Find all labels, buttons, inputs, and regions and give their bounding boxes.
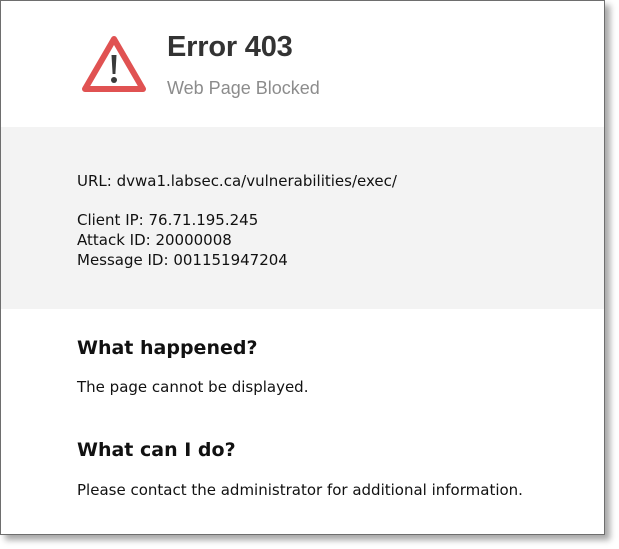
url-line: URL: dvwa1.labsec.ca/vulnerabilities/exe… bbox=[77, 172, 397, 190]
client-ip-label: Client IP: bbox=[77, 211, 144, 229]
what-happened-text: The page cannot be displayed. bbox=[77, 378, 309, 396]
request-info-panel: URL: dvwa1.labsec.ca/vulnerabilities/exe… bbox=[1, 127, 604, 309]
what-happened-heading: What happened? bbox=[77, 337, 258, 359]
message-id-label: Message ID: bbox=[77, 251, 169, 269]
error-header: Error 403 Web Page Blocked bbox=[1, 1, 604, 127]
client-ip-line: Client IP: 76.71.195.245 bbox=[77, 211, 258, 229]
attack-id-label: Attack ID: bbox=[77, 231, 151, 249]
error-subtitle: Web Page Blocked bbox=[167, 78, 320, 98]
url-label: URL: bbox=[77, 172, 112, 190]
message-id-value: 001151947204 bbox=[173, 251, 288, 269]
what-can-i-do-heading: What can I do? bbox=[77, 439, 236, 461]
client-ip-value: 76.71.195.245 bbox=[148, 211, 259, 229]
attack-id-value: 20000008 bbox=[155, 231, 232, 249]
error-page-window: Error 403 Web Page Blocked URL: dvwa1.la… bbox=[0, 0, 605, 535]
warning-triangle-icon bbox=[82, 36, 146, 92]
attack-id-line: Attack ID: 20000008 bbox=[77, 231, 232, 249]
message-id-line: Message ID: 001151947204 bbox=[77, 251, 288, 269]
url-value: dvwa1.labsec.ca/vulnerabilities/exec/ bbox=[116, 172, 397, 190]
error-title: Error 403 bbox=[167, 31, 293, 63]
what-can-i-do-text: Please contact the administrator for add… bbox=[77, 481, 523, 499]
